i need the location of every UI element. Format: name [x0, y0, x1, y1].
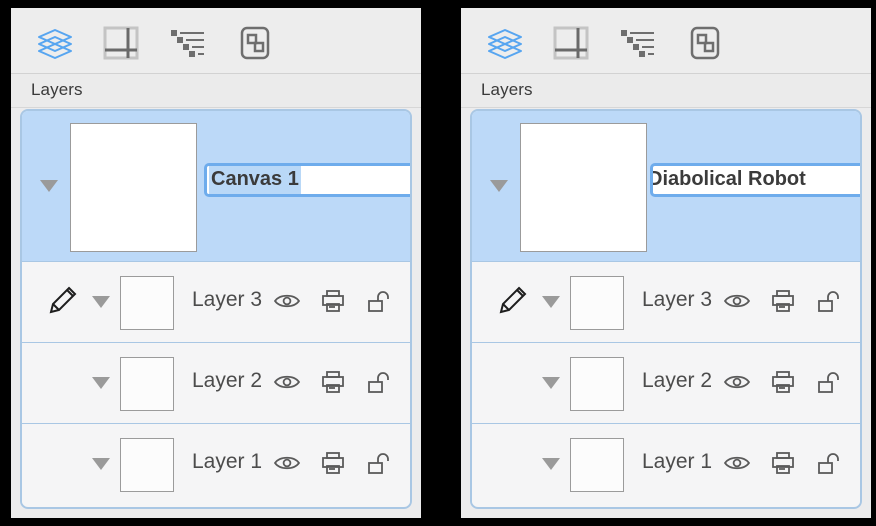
layer-thumbnail: [120, 357, 174, 411]
canvas-name-input[interactable]: Diabolical Robot: [650, 163, 860, 197]
layer-row[interactable]: Layer 3: [472, 261, 860, 342]
layer-row-controls: [724, 450, 842, 476]
layer-thumbnail: [120, 438, 174, 492]
outline-icon: [170, 27, 208, 59]
layers-icon: [486, 27, 524, 59]
layer-row[interactable]: Layer 3: [22, 261, 410, 342]
layer-thumbnail: [570, 357, 624, 411]
canvas-thumbnail: [520, 123, 647, 252]
row-separator: [556, 423, 860, 424]
tab-layers[interactable]: [483, 24, 527, 62]
unlocked-padlock-icon[interactable]: [816, 369, 842, 395]
layers-list[interactable]: Diabolical Robot Layer 3 Layer 2 Layer 1: [470, 109, 862, 509]
tab-canvas[interactable]: [99, 24, 143, 62]
eye-icon[interactable]: [724, 450, 750, 476]
layer-disclosure-triangle-icon[interactable]: [542, 296, 560, 308]
canvas-thumbnail: [70, 123, 197, 252]
printer-icon[interactable]: [770, 288, 796, 314]
layer-name-label: Layer 2: [642, 369, 713, 392]
active-layer-pencil-icon[interactable]: [46, 283, 80, 317]
canvas-name-value: Canvas 1: [209, 166, 301, 194]
canvas-icon: [103, 26, 139, 60]
eye-icon[interactable]: [274, 288, 300, 314]
layer-name-label: Layer 3: [192, 288, 263, 311]
layers-panel-after: Layers Diabolical Robot Layer 3 Layer 2 …: [461, 8, 871, 518]
objects-icon: [690, 26, 720, 60]
eye-icon[interactable]: [724, 288, 750, 314]
unlocked-padlock-icon[interactable]: [816, 288, 842, 314]
layer-disclosure-triangle-icon[interactable]: [542, 377, 560, 389]
layers-section-header: Layers: [461, 74, 871, 108]
row-separator: [106, 342, 410, 343]
unlocked-padlock-icon[interactable]: [366, 288, 392, 314]
tab-objects[interactable]: [683, 24, 727, 62]
layers-panel-before: Layers Canvas 1 Layer 3 Layer 2 Layer 1: [11, 8, 421, 518]
canvas-disclosure-triangle-icon[interactable]: [40, 180, 58, 192]
layer-disclosure-triangle-icon[interactable]: [92, 296, 110, 308]
layers-icon: [36, 27, 74, 59]
objects-icon: [240, 26, 270, 60]
layer-row-controls: [274, 369, 392, 395]
layer-name-label: Layer 2: [192, 369, 263, 392]
tab-canvas[interactable]: [549, 24, 593, 62]
canvas-icon: [553, 26, 589, 60]
layer-name-label: Layer 1: [642, 450, 713, 473]
layer-row-controls: [274, 288, 392, 314]
layers-list[interactable]: Canvas 1 Layer 3 Layer 2 Layer 1: [20, 109, 412, 509]
layer-row[interactable]: Layer 2: [22, 342, 410, 423]
printer-icon[interactable]: [320, 288, 346, 314]
tab-objects[interactable]: [233, 24, 277, 62]
printer-icon[interactable]: [320, 369, 346, 395]
layer-disclosure-triangle-icon[interactable]: [542, 458, 560, 470]
active-layer-pencil-icon[interactable]: [496, 283, 530, 317]
layer-row-controls: [724, 369, 842, 395]
eye-icon[interactable]: [274, 450, 300, 476]
printer-icon[interactable]: [320, 450, 346, 476]
canvas-name-input[interactable]: Canvas 1: [204, 163, 410, 197]
eye-icon[interactable]: [274, 369, 300, 395]
tab-outline[interactable]: [167, 24, 211, 62]
unlocked-padlock-icon[interactable]: [366, 369, 392, 395]
section-title: Layers: [31, 80, 83, 99]
layer-row-controls: [724, 288, 842, 314]
layer-row[interactable]: Layer 1: [472, 423, 860, 504]
eye-icon[interactable]: [724, 369, 750, 395]
layers-section-header: Layers: [11, 74, 421, 108]
row-separator: [556, 342, 860, 343]
section-title: Layers: [481, 80, 533, 99]
unlocked-padlock-icon[interactable]: [366, 450, 392, 476]
panel-toolbar: [11, 8, 421, 74]
panel-toolbar: [461, 8, 871, 74]
canvas-name-value: Diabolical Robot: [650, 168, 806, 190]
printer-icon[interactable]: [770, 369, 796, 395]
canvas-row[interactable]: Canvas 1: [22, 111, 410, 261]
row-separator: [106, 423, 410, 424]
layer-thumbnail: [570, 276, 624, 330]
layer-name-label: Layer 1: [192, 450, 263, 473]
layer-name-label: Layer 3: [642, 288, 713, 311]
printer-icon[interactable]: [770, 450, 796, 476]
layer-thumbnail: [570, 438, 624, 492]
canvas-row[interactable]: Diabolical Robot: [472, 111, 860, 261]
canvas-disclosure-triangle-icon[interactable]: [490, 180, 508, 192]
layer-disclosure-triangle-icon[interactable]: [92, 458, 110, 470]
layer-row-controls: [274, 450, 392, 476]
layer-row[interactable]: Layer 1: [22, 423, 410, 504]
layer-disclosure-triangle-icon[interactable]: [92, 377, 110, 389]
layer-row[interactable]: Layer 2: [472, 342, 860, 423]
tab-outline[interactable]: [617, 24, 661, 62]
unlocked-padlock-icon[interactable]: [816, 450, 842, 476]
layer-thumbnail: [120, 276, 174, 330]
outline-icon: [620, 27, 658, 59]
tab-layers[interactable]: [33, 24, 77, 62]
